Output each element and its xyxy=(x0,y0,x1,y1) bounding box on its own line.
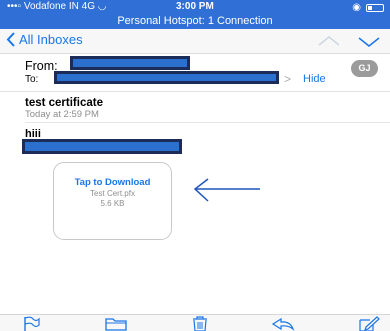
back-label: All Inboxes xyxy=(19,32,83,47)
nav-bar: All Inboxes xyxy=(0,29,390,54)
redacted-sender xyxy=(70,56,190,70)
attachment-card[interactable]: Tap to Download Test Cert.pfx 5.6 KB xyxy=(53,162,172,240)
wifi-icon: ◡ xyxy=(97,1,107,12)
to-label: To: xyxy=(25,74,39,85)
clock: 3:00 PM xyxy=(176,1,214,12)
carrier-name: Vodafone IN xyxy=(23,1,79,12)
from-label: From: xyxy=(25,59,58,73)
annotation-arrow-icon xyxy=(193,178,260,202)
next-message-button[interactable] xyxy=(358,36,380,48)
carrier-info: •••▫ Vodafone IN 4G ◡ xyxy=(7,1,107,12)
network-type: 4G xyxy=(81,1,96,12)
signal-icon: •••▫ xyxy=(7,1,22,12)
redacted-signature xyxy=(22,139,182,154)
bottom-toolbar xyxy=(0,314,390,331)
avatar[interactable]: GJ xyxy=(351,60,378,77)
battery-icon xyxy=(366,3,384,12)
compose-icon[interactable] xyxy=(358,316,380,331)
divider xyxy=(25,122,390,123)
hotspot-banner[interactable]: Personal Hotspot: 1 Connection xyxy=(0,15,390,27)
previous-message-button[interactable] xyxy=(318,35,340,47)
chevron-left-icon xyxy=(6,32,15,47)
download-link[interactable]: Tap to Download xyxy=(54,177,171,188)
message-date: Today at 2:59 PM xyxy=(25,109,99,120)
message-header: From: To: > Hide GJ xyxy=(0,54,390,92)
flag-icon[interactable] xyxy=(23,316,41,331)
back-button[interactable]: All Inboxes xyxy=(6,32,83,47)
trash-icon[interactable] xyxy=(190,316,210,331)
more-recipients-icon: > xyxy=(284,72,292,86)
reply-icon[interactable] xyxy=(271,316,295,331)
attachment-filename: Test Cert.pfx xyxy=(90,189,135,198)
attachment-size: 5.6 KB xyxy=(100,199,125,208)
hide-details-link[interactable]: Hide xyxy=(303,73,326,85)
redacted-recipients xyxy=(54,71,279,84)
folder-icon[interactable] xyxy=(104,316,128,331)
status-bar: •••▫ Vodafone IN 4G ◡ 3:00 PM ◉ Personal… xyxy=(0,0,390,29)
alarm-icon: ◉ xyxy=(352,2,361,13)
message-subject: test certificate xyxy=(25,97,103,109)
